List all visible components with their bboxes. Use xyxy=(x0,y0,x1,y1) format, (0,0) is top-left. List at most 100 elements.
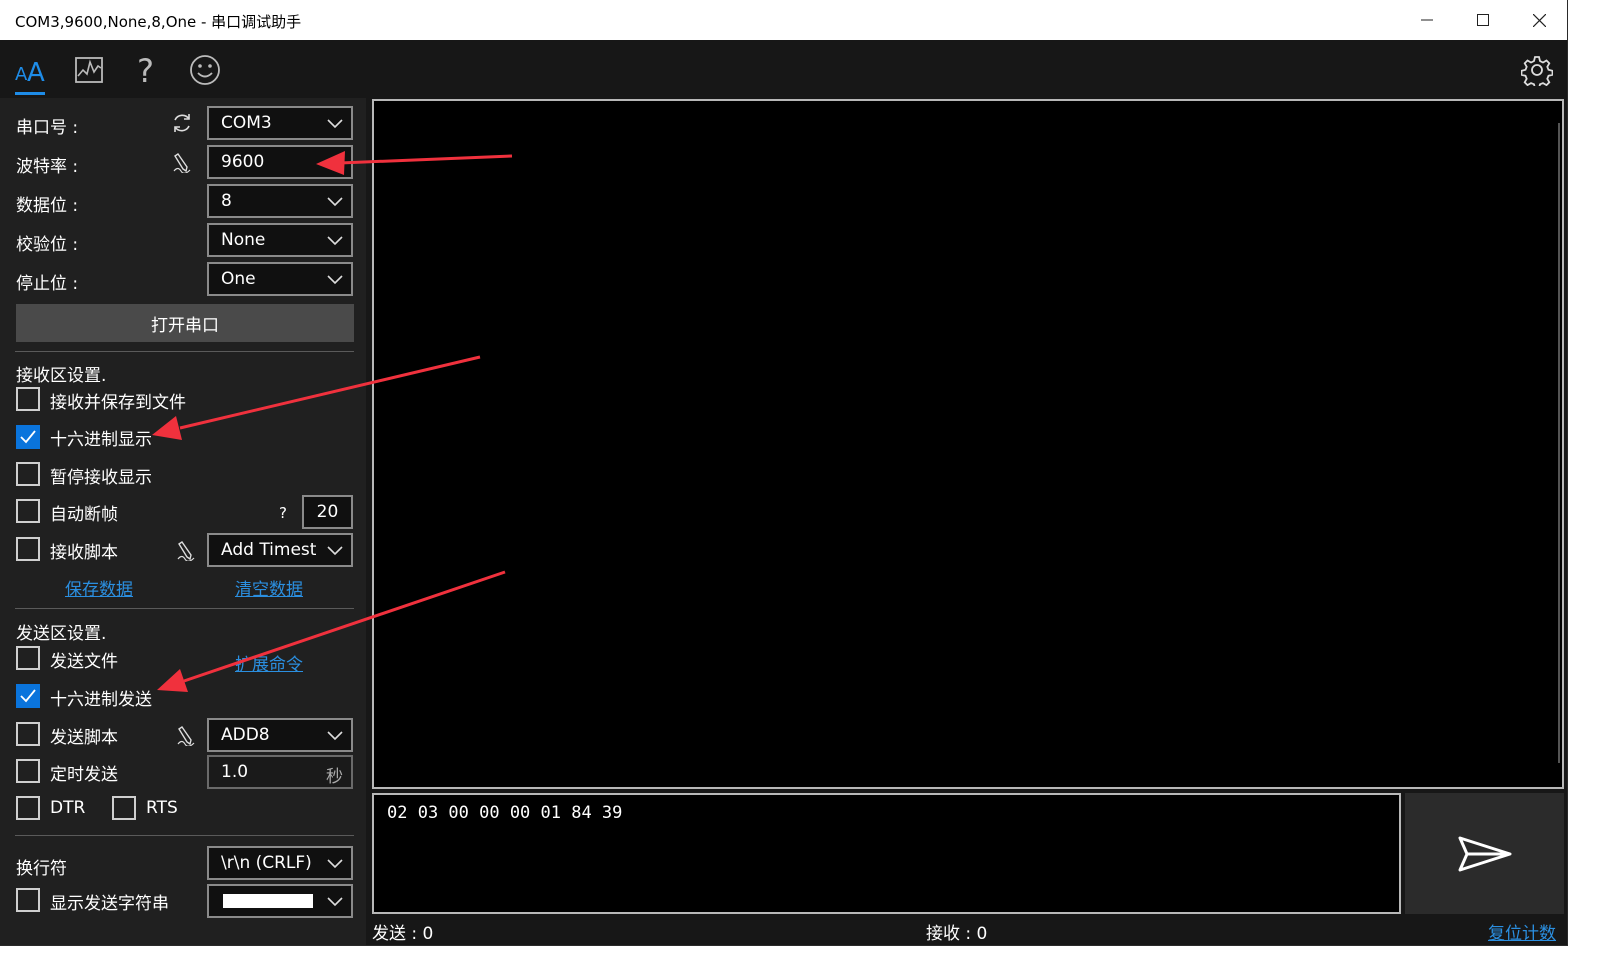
window-title: COM3,9600,None,8,One - 串口调试助手 xyxy=(15,13,302,31)
close-icon xyxy=(1532,13,1546,27)
open-port-button-label: 打开串口 xyxy=(151,315,219,336)
scrollbar[interactable] xyxy=(1558,123,1560,763)
checkmark-icon xyxy=(20,689,36,703)
send-button[interactable] xyxy=(1405,793,1564,914)
rts-checkbox[interactable] xyxy=(112,796,136,820)
port-select-value: COM3 xyxy=(221,113,272,133)
app-window: COM3,9600,None,8,One - 串口调试助手 A A ? 串口号 … xyxy=(0,0,1568,946)
dtr-label: DTR xyxy=(50,798,86,818)
hex-send-checkbox[interactable] xyxy=(16,684,40,708)
chevron-down-icon xyxy=(327,731,343,741)
edit-pen-icon[interactable] xyxy=(176,724,198,746)
timed-send-label: 定时发送 xyxy=(50,765,118,785)
divider xyxy=(15,351,354,352)
baud-input[interactable]: 9600 xyxy=(207,145,353,179)
color-swatch xyxy=(223,894,313,908)
databits-label: 数据位 : xyxy=(16,196,79,216)
baud-label: 波特率 : xyxy=(16,157,79,177)
timed-send-checkbox[interactable] xyxy=(16,759,40,783)
recv-script-value: Add Timestamp xyxy=(221,540,316,560)
newline-select-value: \r\n (CRLF) xyxy=(221,853,312,873)
active-tab-indicator xyxy=(15,92,45,95)
refresh-icon[interactable] xyxy=(171,112,193,134)
minimize-icon xyxy=(1421,19,1433,21)
send-file-label: 发送文件 xyxy=(50,652,118,672)
parity-select[interactable]: None xyxy=(207,223,353,257)
hex-display-label: 十六进制显示 xyxy=(50,430,152,450)
auto-frame-label: 自动断帧 xyxy=(50,505,118,525)
smiley-icon xyxy=(190,55,220,85)
svg-text:?: ? xyxy=(137,54,154,86)
received-count: 接收 : 0 xyxy=(926,924,988,944)
sent-count: 发送 : 0 xyxy=(372,924,434,944)
pause-display-label: 暂停接收显示 xyxy=(50,468,152,488)
help-tab[interactable]: ? xyxy=(128,52,164,88)
edit-pen-icon[interactable] xyxy=(172,151,194,173)
send-script-checkbox[interactable] xyxy=(16,722,40,746)
send-input[interactable]: 02 03 00 00 00 01 84 39 xyxy=(372,793,1401,914)
pause-display-checkbox[interactable] xyxy=(16,462,40,486)
minimize-button[interactable] xyxy=(1399,0,1455,40)
recv-script-checkbox[interactable] xyxy=(16,537,40,561)
databits-select[interactable]: 8 xyxy=(207,184,353,218)
send-content: 02 03 00 00 00 01 84 39 xyxy=(387,803,623,823)
stopbits-select-value: One xyxy=(221,269,256,289)
text-mode-tab[interactable]: A A xyxy=(12,52,48,88)
chevron-down-icon xyxy=(327,859,343,869)
extend-command-link[interactable]: 扩展命令 xyxy=(235,650,303,675)
timed-send-unit: 秒 xyxy=(326,767,343,787)
send-script-value: ADD8 xyxy=(221,725,270,745)
port-label: 串口号 : xyxy=(16,118,79,138)
auto-frame-checkbox[interactable] xyxy=(16,499,40,523)
maximize-button[interactable] xyxy=(1455,0,1511,40)
divider xyxy=(15,608,354,609)
recv-script-select[interactable]: Add Timestamp xyxy=(207,533,353,567)
reset-count-link[interactable]: 复位计数 xyxy=(1488,919,1556,944)
chart-tab[interactable] xyxy=(71,52,107,88)
newline-select[interactable]: \r\n (CRLF) xyxy=(207,846,353,880)
dtr-checkbox[interactable] xyxy=(16,796,40,820)
save-to-file-label: 接收并保存到文件 xyxy=(50,393,186,413)
timed-send-value: 1.0 xyxy=(221,762,249,782)
chevron-down-icon xyxy=(327,197,343,207)
timed-send-input[interactable]: 1.0 秒 xyxy=(207,755,353,789)
auto-frame-input[interactable]: 20 xyxy=(302,495,353,529)
save-to-file-checkbox[interactable] xyxy=(16,387,40,411)
port-select[interactable]: COM3 xyxy=(207,106,353,140)
auto-frame-value: 20 xyxy=(316,502,339,522)
stopbits-select[interactable]: One xyxy=(207,262,353,296)
close-button[interactable] xyxy=(1511,0,1567,40)
chevron-down-icon xyxy=(327,236,343,246)
send-script-select[interactable]: ADD8 xyxy=(207,718,353,752)
send-color-select[interactable] xyxy=(207,884,353,918)
checkmark-icon xyxy=(20,430,36,444)
hex-display-checkbox[interactable] xyxy=(16,425,40,449)
maximize-icon xyxy=(1477,14,1489,26)
text-mode-icon: A A xyxy=(15,58,45,84)
auto-frame-help[interactable]: ? xyxy=(279,504,287,522)
send-icon xyxy=(1458,836,1511,871)
send-file-checkbox[interactable] xyxy=(16,646,40,670)
rts-label: RTS xyxy=(146,798,178,818)
send-section-title: 发送区设置. xyxy=(16,624,107,644)
send-script-label: 发送脚本 xyxy=(50,728,118,748)
toolbar: A A ? xyxy=(0,40,1567,98)
clear-data-link[interactable]: 清空数据 xyxy=(235,575,303,600)
show-send-string-checkbox[interactable] xyxy=(16,888,40,912)
receive-area[interactable] xyxy=(372,99,1564,789)
open-port-button[interactable]: 打开串口 xyxy=(16,304,354,342)
chart-icon xyxy=(75,57,103,83)
parity-select-value: None xyxy=(221,230,266,250)
databits-select-value: 8 xyxy=(221,191,232,211)
divider xyxy=(15,835,354,836)
parity-label: 校验位 : xyxy=(16,235,79,255)
help-icon: ? xyxy=(137,54,154,86)
hex-send-label: 十六进制发送 xyxy=(50,690,152,710)
receive-section-title: 接收区设置. xyxy=(16,366,107,386)
save-data-link[interactable]: 保存数据 xyxy=(65,575,133,600)
recv-script-label: 接收脚本 xyxy=(50,543,118,563)
settings-button[interactable] xyxy=(1519,52,1555,88)
gear-icon xyxy=(1521,56,1553,86)
smiley-tab[interactable] xyxy=(187,52,223,88)
edit-pen-icon[interactable] xyxy=(176,539,198,561)
